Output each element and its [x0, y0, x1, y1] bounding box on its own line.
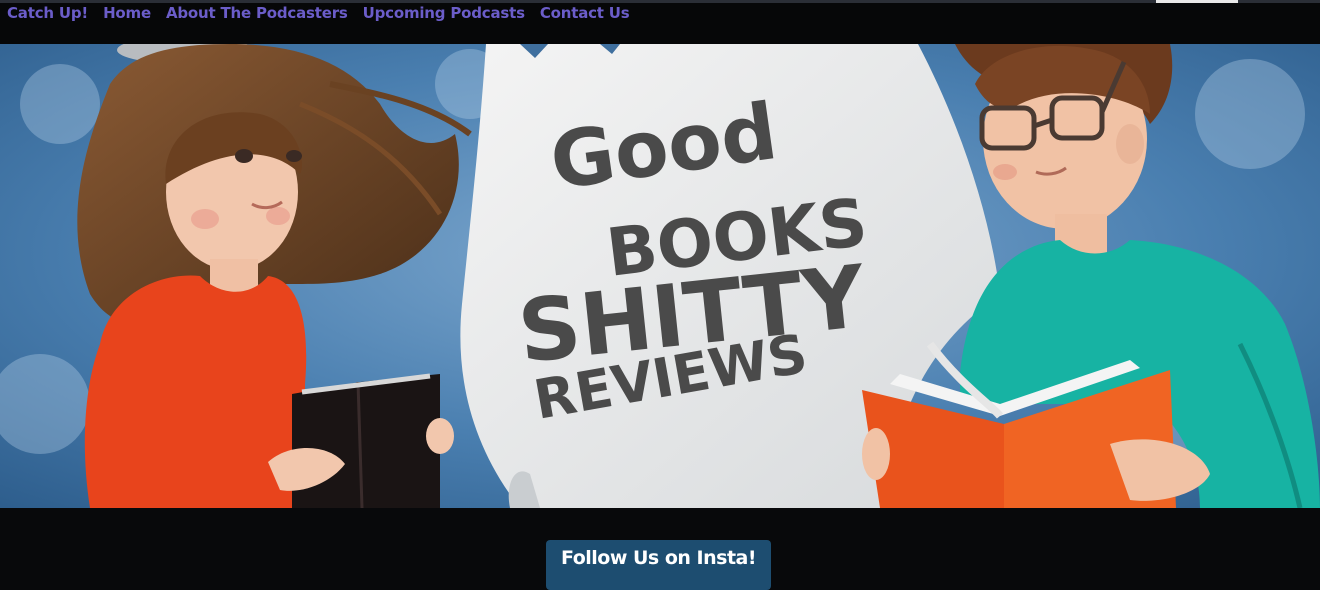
nav-link-catch-up[interactable]: Catch Up!	[7, 4, 88, 22]
nav-link-contact-us[interactable]: Contact Us	[540, 4, 630, 22]
nav-link-home[interactable]: Home	[103, 4, 151, 22]
top-right-widget	[1156, 0, 1238, 3]
nav-link-upcoming-podcasts[interactable]: Upcoming Podcasts	[363, 4, 525, 22]
top-navigation-bar: Catch Up! Home About The Podcasters Upco…	[0, 0, 1320, 44]
nav-link-about-podcasters[interactable]: About The Podcasters	[166, 4, 348, 22]
follow-insta-button[interactable]: Follow Us on Insta!	[546, 540, 771, 590]
hero-banner-illustration: Good BOOKS SHITTY REVIEWS	[0, 44, 1320, 508]
main-nav: Catch Up! Home About The Podcasters Upco…	[7, 4, 630, 22]
top-border	[0, 0, 1320, 3]
footer-area: Follow Us on Insta!	[0, 508, 1320, 590]
